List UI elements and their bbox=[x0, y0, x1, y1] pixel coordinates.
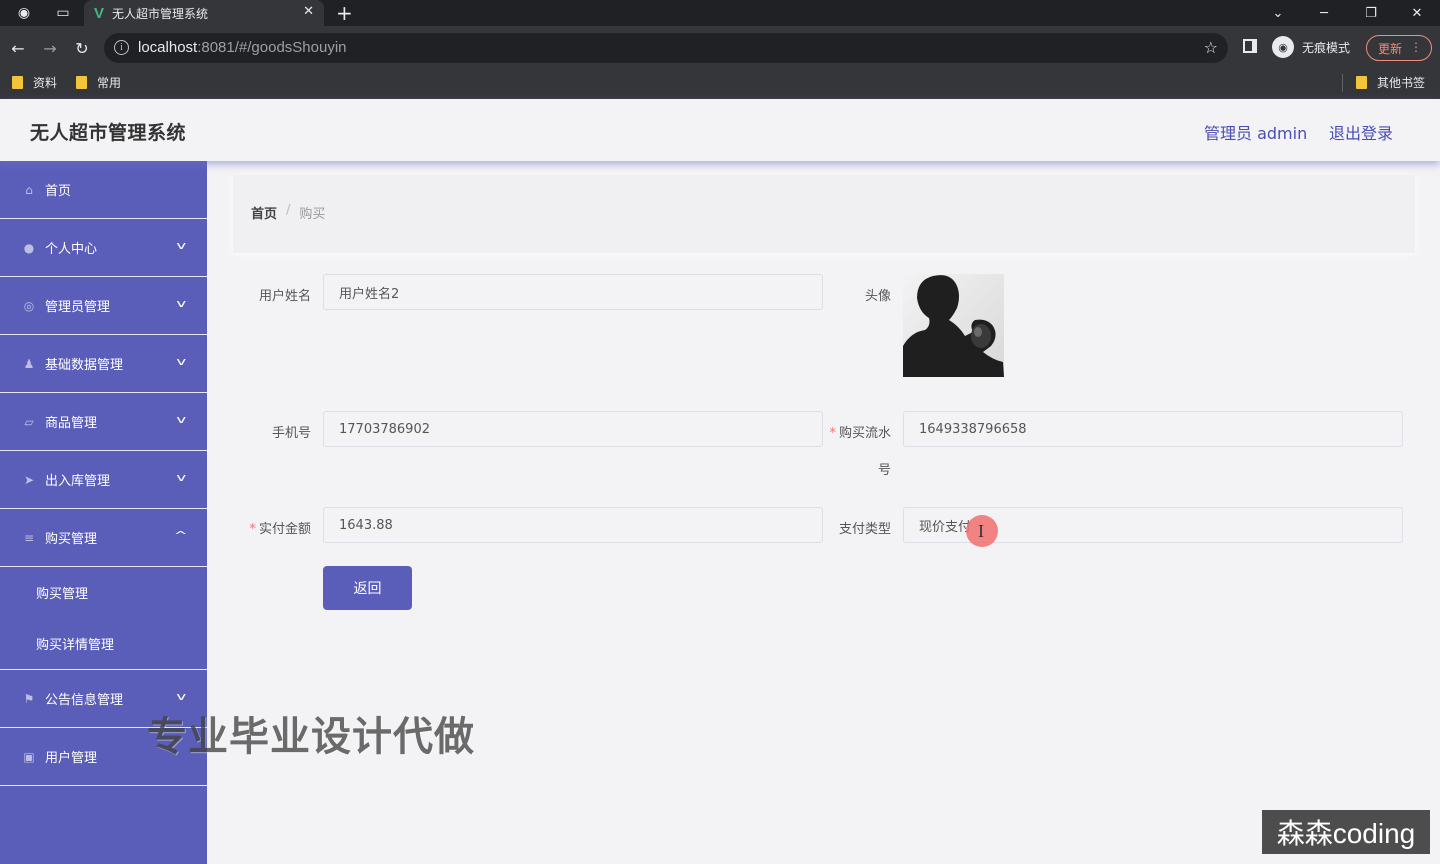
sidebar-item-profile[interactable]: ● 个人中心 v bbox=[0, 219, 207, 277]
tab-title: 无人超市管理系统 bbox=[112, 6, 209, 21]
tab-list-icon[interactable]: ▭ bbox=[53, 3, 73, 23]
avatar-label: 头像 bbox=[864, 289, 891, 304]
logout-link[interactable]: 退出登录 bbox=[1329, 120, 1393, 144]
bookmark-folder[interactable]: 常用 bbox=[76, 74, 121, 91]
breadcrumb-card: 首页 / 购买 bbox=[233, 175, 1415, 253]
breadcrumb-current: 购买 bbox=[299, 207, 326, 222]
home-icon: ⌂ bbox=[25, 182, 33, 197]
incognito-icon: ◉ bbox=[1272, 36, 1294, 58]
folder-icon bbox=[76, 76, 87, 89]
data-icon: ♟ bbox=[23, 356, 35, 371]
update-button[interactable]: 更新 ⋮ bbox=[1366, 35, 1432, 61]
app-title: 无人超市管理系统 bbox=[30, 122, 187, 144]
forward-icon[interactable]: → bbox=[39, 37, 61, 59]
chevron-down-icon: v bbox=[176, 297, 187, 310]
flag-icon: ⚑ bbox=[23, 691, 35, 706]
sidebar-item-basic-data[interactable]: ♟ 基础数据管理 v bbox=[0, 335, 207, 393]
sidebar-item-purchase[interactable]: ≡ 购买管理 ^ bbox=[0, 509, 207, 567]
browser-chrome: ◉ ▭ V 无人超市管理系统 ✕ + ⌄ ─ ❐ ✕ ← → ↻ i local… bbox=[0, 0, 1440, 99]
reload-icon[interactable]: ↻ bbox=[71, 37, 93, 59]
other-bookmarks[interactable]: 其他书签 bbox=[1356, 74, 1425, 91]
url-text[interactable]: localhost:8081/#/goodsShouyin bbox=[138, 39, 347, 56]
folder-icon bbox=[12, 76, 23, 89]
more-icon[interactable]: ⋮ bbox=[1410, 40, 1422, 54]
brand-watermark: 森森coding bbox=[1262, 810, 1430, 854]
sidebar-item-stock[interactable]: ➤ 出入库管理 v bbox=[0, 451, 207, 509]
bookmarks-bar: 资料 常用 其他书签 bbox=[0, 70, 1440, 99]
back-button[interactable]: 返回 bbox=[323, 566, 412, 610]
globe-icon[interactable]: ◉ bbox=[14, 3, 34, 23]
chevron-down-icon: v bbox=[176, 690, 187, 703]
goods-icon: ▱ bbox=[24, 414, 34, 429]
vue-icon: V bbox=[94, 4, 105, 22]
amount-field[interactable]: 1643.88 bbox=[323, 507, 823, 543]
chevron-down-icon[interactable]: ⌄ bbox=[1255, 0, 1301, 26]
watermark-text: 专业毕业设计代做 bbox=[147, 714, 475, 760]
purchase-form: 用户姓名 用户姓名2 头像 手机号 17703786902 * 购买流水 号 1… bbox=[233, 265, 1415, 647]
incognito-indicator[interactable]: ◉ 无痕模式 bbox=[1272, 36, 1350, 58]
phone-field[interactable]: 17703786902 bbox=[323, 411, 823, 447]
browser-tab[interactable]: V 无人超市管理系统 ✕ bbox=[84, 0, 324, 26]
admin-icon: ◎ bbox=[23, 298, 35, 313]
tab-strip: ◉ ▭ V 无人超市管理系统 ✕ + ⌄ ─ ❐ ✕ bbox=[0, 0, 1440, 26]
sidebar-item-admin[interactable]: ◎ 管理员管理 v bbox=[0, 277, 207, 335]
window-close-icon[interactable]: ✕ bbox=[1394, 0, 1440, 26]
list-icon: ≡ bbox=[23, 530, 35, 545]
chevron-up-icon: ^ bbox=[173, 529, 188, 542]
paytype-label: 支付类型 bbox=[838, 522, 891, 537]
breadcrumb: 首页 / 购买 bbox=[251, 203, 325, 222]
star-icon[interactable]: ☆ bbox=[1204, 38, 1218, 57]
minimize-icon[interactable]: ─ bbox=[1301, 0, 1347, 26]
side-panel-icon[interactable] bbox=[1243, 39, 1257, 53]
folder-icon bbox=[1356, 76, 1367, 89]
breadcrumb-separator: / bbox=[286, 203, 291, 218]
address-bar[interactable]: i localhost:8081/#/goodsShouyin ☆ bbox=[104, 33, 1228, 63]
text-cursor-icon: I bbox=[978, 521, 984, 541]
required-mark: * bbox=[829, 426, 836, 441]
users-icon: ▣ bbox=[23, 749, 35, 764]
sidebar-item-goods[interactable]: ▱ 商品管理 v bbox=[0, 393, 207, 451]
chevron-down-icon: v bbox=[176, 239, 187, 252]
close-icon[interactable]: ✕ bbox=[303, 4, 314, 19]
send-icon: ➤ bbox=[23, 472, 35, 487]
avatar-image bbox=[903, 274, 1004, 377]
breadcrumb-home[interactable]: 首页 bbox=[251, 203, 277, 222]
chevron-down-icon: v bbox=[176, 413, 187, 426]
serial-label: * 购买流水 bbox=[829, 426, 891, 441]
chevron-down-icon: v bbox=[176, 471, 187, 484]
app-header: 无人超市管理系统 管理员 admin 退出登录 bbox=[0, 99, 1440, 161]
required-mark: * bbox=[249, 522, 256, 537]
bookmark-folder[interactable]: 资料 bbox=[12, 74, 57, 91]
bookmarks-divider bbox=[1342, 74, 1343, 92]
user-icon: ● bbox=[23, 240, 35, 255]
plus-icon[interactable]: + bbox=[336, 1, 353, 25]
amount-label: * 实付金额 bbox=[249, 522, 311, 537]
phone-label: 手机号 bbox=[271, 426, 311, 441]
username-label: 用户姓名 bbox=[258, 289, 311, 304]
username-field[interactable]: 用户姓名2 bbox=[323, 274, 823, 310]
serial-number-field[interactable]: 1649338796658 bbox=[903, 411, 1403, 447]
sidebar-subitem-purchase-detail[interactable]: 购买详情管理 bbox=[0, 618, 207, 669]
serial-label-wrap: 号 bbox=[877, 463, 891, 478]
back-icon[interactable]: ← bbox=[7, 37, 29, 59]
info-icon[interactable]: i bbox=[114, 40, 129, 55]
chevron-down-icon: v bbox=[176, 355, 187, 368]
avatar[interactable] bbox=[903, 274, 1004, 377]
current-user[interactable]: 管理员 admin bbox=[1204, 120, 1307, 144]
sidebar-item-home[interactable]: ⌂ 首页 bbox=[0, 161, 207, 219]
restore-icon[interactable]: ❐ bbox=[1348, 0, 1394, 26]
sidebar-subitem-purchase-manage[interactable]: 购买管理 bbox=[0, 567, 207, 618]
navigation-bar: ← → ↻ i localhost:8081/#/goodsShouyin ☆ … bbox=[0, 26, 1440, 70]
purchase-submenu: 购买管理 购买详情管理 bbox=[0, 567, 207, 670]
